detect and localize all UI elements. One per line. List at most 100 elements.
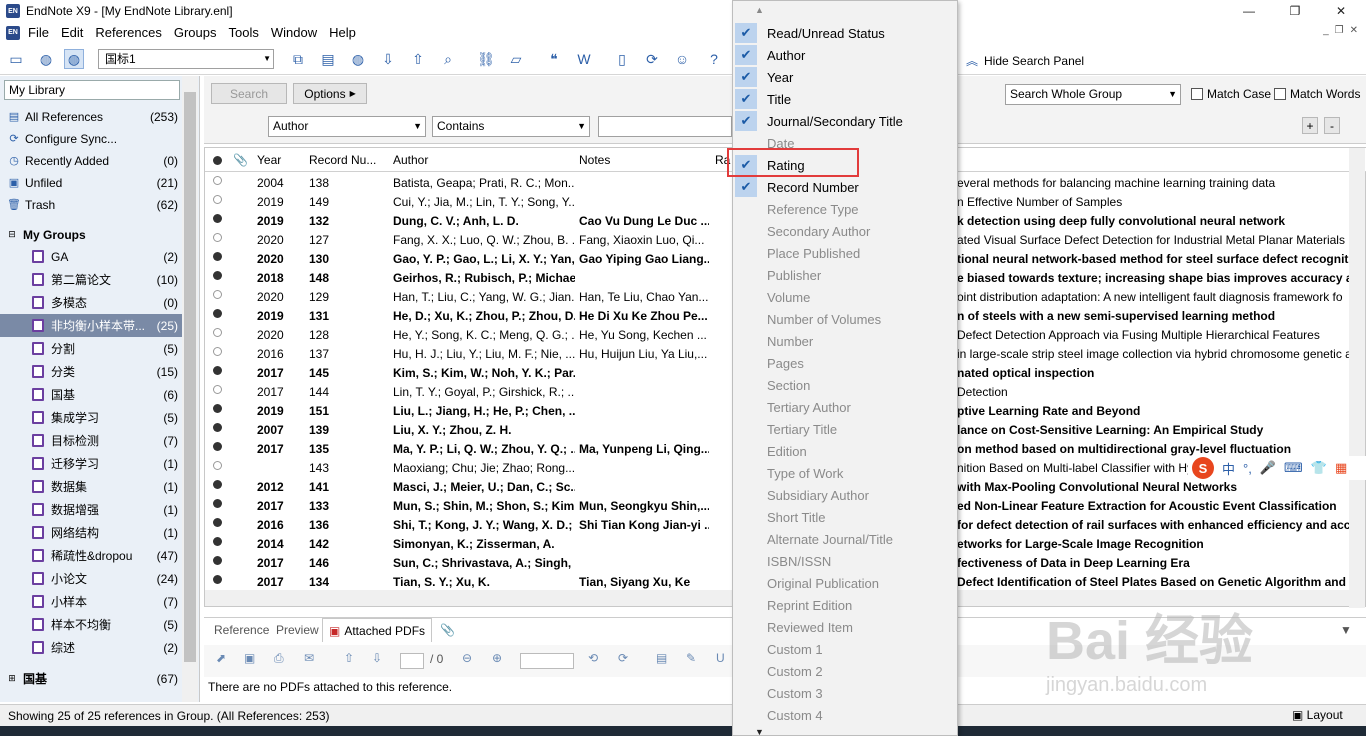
mdi-close-button[interactable]: ✕ <box>1350 25 1358 36</box>
column-notes[interactable]: Notes <box>579 153 610 167</box>
column-option-read-unread-status[interactable]: ✔ Read/Unread Status <box>733 22 957 44</box>
tab-preview[interactable]: Preview <box>270 618 325 642</box>
open-link-icon[interactable]: ⛓ <box>476 49 496 69</box>
column-option-volume[interactable]: Volume <box>733 286 957 308</box>
underline-icon[interactable]: U <box>716 651 725 665</box>
read-status-icon[interactable] <box>213 442 222 451</box>
search-operator-select[interactable]: Contains ▼ <box>432 116 590 137</box>
menu-groups[interactable]: Groups <box>168 25 223 40</box>
mdi-restore-button[interactable]: ❐ <box>1335 25 1344 36</box>
read-status-icon[interactable] <box>213 575 222 584</box>
find-full-text-icon[interactable]: ⌕ <box>438 49 458 69</box>
scroll-down-icon[interactable]: ▼ <box>755 727 764 736</box>
mdi-minimize-button[interactable]: _ <box>1323 25 1329 36</box>
menu-window[interactable]: Window <box>265 25 323 40</box>
column-option-author[interactable]: ✔ Author <box>733 44 957 66</box>
toolbox-icon[interactable]: ▦ <box>1335 460 1347 476</box>
column-option-reference-type[interactable]: Reference Type <box>733 198 957 220</box>
read-status-icon[interactable] <box>213 195 222 204</box>
column-option-subsidiary-author[interactable]: Subsidiary Author <box>733 484 957 506</box>
column-option-alternate-journal-title[interactable]: Alternate Journal/Title <box>733 528 957 550</box>
column-option-journal-secondary-title[interactable]: ✔ Journal/Secondary Title <box>733 110 957 132</box>
column-option-publisher[interactable]: Publisher <box>733 264 957 286</box>
group-item[interactable]: 迁移学习 (1) <box>0 452 182 475</box>
column-option-number-of-volumes[interactable]: Number of Volumes <box>733 308 957 330</box>
column-record-number[interactable]: Record Nu... <box>309 153 376 167</box>
column-option-place-published[interactable]: Place Published <box>733 242 957 264</box>
open-pdf-icon[interactable]: ⬈ <box>216 651 226 665</box>
group-item[interactable]: 多模态 (0) <box>0 291 182 314</box>
insert-citation-icon[interactable]: ❝ <box>544 49 564 69</box>
help-icon[interactable]: ? <box>704 49 724 69</box>
read-status-icon[interactable] <box>213 404 222 413</box>
email-icon[interactable]: ✉ <box>304 651 314 665</box>
new-reference-icon[interactable]: ▤ <box>318 49 338 69</box>
rotate-right-icon[interactable]: ⟳ <box>618 651 628 665</box>
read-status-icon[interactable] <box>213 176 222 185</box>
integrated-library-mode-icon[interactable]: ◍ <box>64 49 84 69</box>
read-status-icon[interactable] <box>213 366 222 375</box>
sync-icon[interactable]: ⟳ <box>642 49 662 69</box>
zoom-in-icon[interactable]: ⊕ <box>492 651 502 665</box>
import-icon[interactable]: ⇩ <box>378 49 398 69</box>
column-option-original-publication[interactable]: Original Publication <box>733 572 957 594</box>
group-item[interactable]: 网络结构 (1) <box>0 521 182 544</box>
group-item[interactable]: 数据集 (1) <box>0 475 182 498</box>
comment-icon[interactable]: ▤ <box>656 651 667 665</box>
read-status-icon[interactable] <box>213 537 222 546</box>
group-item[interactable]: 分割 (5) <box>0 337 182 360</box>
tab-attached-pdfs[interactable]: ▣ Attached PDFs <box>322 618 433 642</box>
search-button[interactable]: Search <box>211 83 287 104</box>
menu-help[interactable]: Help <box>323 25 362 40</box>
keyboard-icon[interactable]: ⌨ <box>1284 460 1303 476</box>
read-status-icon[interactable] <box>213 328 222 337</box>
column-option-isbn-issn[interactable]: ISBN/ISSN <box>733 550 957 572</box>
group-item[interactable]: 小样本 (7) <box>0 590 182 613</box>
group-item[interactable]: 国基 (6) <box>0 383 182 406</box>
format-bibliography-icon[interactable]: W <box>574 49 594 69</box>
match-words-checkbox[interactable]: Match Words <box>1274 87 1360 101</box>
local-library-mode-icon[interactable]: ▭ <box>6 49 26 69</box>
column-option-title[interactable]: ✔ Title <box>733 88 957 110</box>
microphone-icon[interactable]: 🎤 <box>1260 460 1276 476</box>
menu-tools[interactable]: Tools <box>222 25 264 40</box>
share-icon[interactable]: ☺ <box>672 49 692 69</box>
read-status-icon[interactable] <box>213 309 222 318</box>
group-item[interactable]: 数据增强 (1) <box>0 498 182 521</box>
attach-file-icon[interactable]: 📎 <box>434 618 461 642</box>
rotate-left-icon[interactable]: ⟲ <box>588 651 598 665</box>
skin-icon[interactable]: 👕 <box>1311 460 1327 476</box>
search-field-select[interactable]: Author ▼ <box>268 116 426 137</box>
read-status-icon[interactable] <box>213 423 222 432</box>
group-set-item[interactable]: ⊞ 国基 (67) <box>0 667 182 690</box>
group-item[interactable]: 稀疏性&dropou (47) <box>0 544 182 567</box>
read-status-icon[interactable] <box>213 499 222 508</box>
read-status-icon[interactable] <box>213 480 222 489</box>
menu-edit[interactable]: Edit <box>55 25 89 40</box>
go-to-word-icon[interactable]: ▯ <box>612 49 632 69</box>
export-icon[interactable]: ⇧ <box>408 49 428 69</box>
online-search-mode-icon[interactable]: ◍ <box>36 49 56 69</box>
group-item[interactable]: 第二篇论文 (10) <box>0 268 182 291</box>
column-option-custom-2[interactable]: Custom 2 <box>733 660 957 682</box>
group-item[interactable]: 小论文 (24) <box>0 567 182 590</box>
scroll-up-icon[interactable]: ▲ <box>755 5 764 15</box>
column-option-edition[interactable]: Edition <box>733 440 957 462</box>
read-status-icon[interactable] <box>213 252 222 261</box>
column-option-year[interactable]: ✔ Year <box>733 66 957 88</box>
highlight-icon[interactable]: ✎ <box>686 651 696 665</box>
column-option-type-of-work[interactable]: Type of Work <box>733 462 957 484</box>
sidebar-item-library[interactable]: ▤ All References (253) <box>0 105 182 128</box>
options-button[interactable]: Options ▶ <box>293 83 367 104</box>
column-option-custom-1[interactable]: Custom 1 <box>733 638 957 660</box>
group-item[interactable]: 分类 (15) <box>0 360 182 383</box>
expand-icon[interactable]: ⊞ <box>4 672 20 686</box>
group-item[interactable]: 目标检测 (7) <box>0 429 182 452</box>
menu-file[interactable]: File <box>22 25 55 40</box>
output-style-select[interactable]: 国标1 ▼ <box>98 49 274 69</box>
read-status-icon[interactable] <box>213 347 222 356</box>
sogou-logo-icon[interactable]: S <box>1192 457 1214 479</box>
read-status-icon[interactable] <box>213 214 222 223</box>
layout-button[interactable]: ▣ Layout <box>1292 708 1343 722</box>
column-option-tertiary-author[interactable]: Tertiary Author <box>733 396 957 418</box>
